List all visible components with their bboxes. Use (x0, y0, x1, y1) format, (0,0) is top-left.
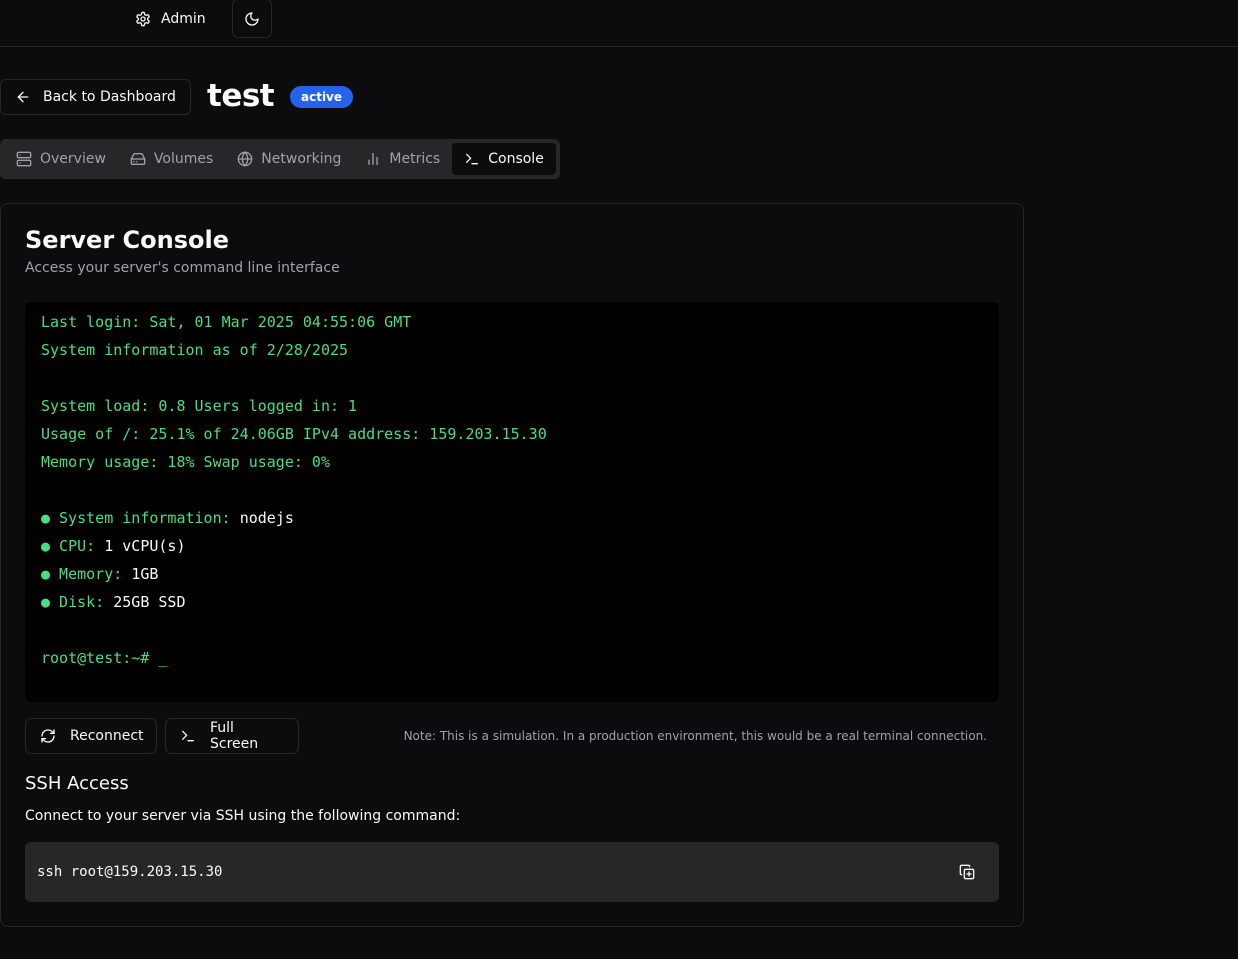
bar-chart-icon (365, 151, 381, 167)
tab-console[interactable]: Console (452, 143, 556, 175)
spec-value: 1 vCPU(s) (104, 537, 186, 555)
spec-label: ● Disk: (41, 593, 114, 611)
hard-drive-icon (130, 151, 146, 167)
ssh-description: Connect to your server via SSH using the… (25, 808, 461, 824)
admin-link[interactable]: Admin (127, 0, 214, 37)
top-bar: Admin (0, 0, 1238, 47)
admin-label: Admin (161, 10, 206, 27)
terminal-icon (180, 728, 196, 744)
status-badge: active (290, 86, 354, 108)
tab-label: Console (488, 151, 544, 167)
tab-metrics[interactable]: Metrics (353, 143, 452, 175)
full-screen-label: Full Screen (210, 720, 259, 752)
terminal-spec-line: ● System information: nodejs (41, 508, 983, 536)
spec-label: ● System information: (41, 509, 240, 527)
terminal-spec-line: ● Memory: 1GB (41, 564, 983, 592)
copy-button[interactable] (955, 860, 979, 884)
spec-value: nodejs (239, 509, 294, 527)
terminal-line: Memory usage: 18% Swap usage: 0% (41, 453, 330, 471)
back-to-dashboard-button[interactable]: Back to Dashboard (0, 79, 191, 115)
terminal-line: System information as of 2/28/2025 (41, 341, 349, 359)
terminal-icon (464, 151, 480, 167)
spec-label: ● CPU: (41, 537, 105, 555)
tab-volumes[interactable]: Volumes (118, 143, 225, 175)
spec-value: 1GB (131, 565, 159, 583)
arrow-left-icon (15, 89, 31, 105)
terminal-line: System load: 0.8 Users logged in: 1 (41, 397, 358, 415)
spec-label: ● Memory: (41, 565, 132, 583)
full-screen-button[interactable]: Full Screen (165, 718, 299, 754)
card-subtitle: Access your server's command line interf… (25, 260, 340, 276)
simulation-note: Note: This is a simulation. In a product… (403, 729, 987, 743)
back-label: Back to Dashboard (43, 89, 176, 105)
terminal-prompt[interactable]: root@test:~# _ (41, 648, 983, 676)
terminal-line: Last login: Sat, 01 Mar 2025 04:55:06 GM… (41, 313, 412, 331)
terminal-line: Usage of /: 25.1% of 24.06GB IPv4 addres… (41, 425, 547, 443)
tab-label: Metrics (389, 151, 441, 167)
page-title: test (207, 78, 275, 114)
terminal-spec-line: ● Disk: 25GB SSD (41, 592, 983, 620)
theme-toggle-button[interactable] (232, 0, 272, 38)
ssh-command-box: ssh root@159.203.15.30 (25, 842, 999, 902)
ssh-access-heading: SSH Access (25, 773, 129, 794)
refresh-icon (40, 728, 56, 744)
reconnect-button[interactable]: Reconnect (25, 718, 157, 754)
gear-icon (135, 11, 151, 27)
spec-value: 25GB SSD (113, 593, 186, 611)
tab-bar: Overview Volumes Networking Metrics Cons… (0, 139, 560, 179)
tab-label: Volumes (153, 151, 214, 167)
tab-label: Overview (40, 151, 106, 167)
server-icon (16, 151, 32, 167)
moon-icon (244, 11, 260, 27)
globe-icon (237, 151, 253, 167)
copy-icon (959, 864, 975, 880)
card-title: Server Console (25, 226, 229, 254)
tab-label: Networking (261, 151, 342, 167)
ssh-command[interactable]: ssh root@159.203.15.30 (37, 864, 222, 880)
tab-networking[interactable]: Networking (225, 143, 353, 175)
tab-overview[interactable]: Overview (4, 143, 118, 175)
terminal-spec-line: ● CPU: 1 vCPU(s) (41, 536, 983, 564)
reconnect-label: Reconnect (70, 728, 144, 744)
terminal-output[interactable]: Last login: Sat, 01 Mar 2025 04:55:06 GM… (25, 302, 999, 702)
